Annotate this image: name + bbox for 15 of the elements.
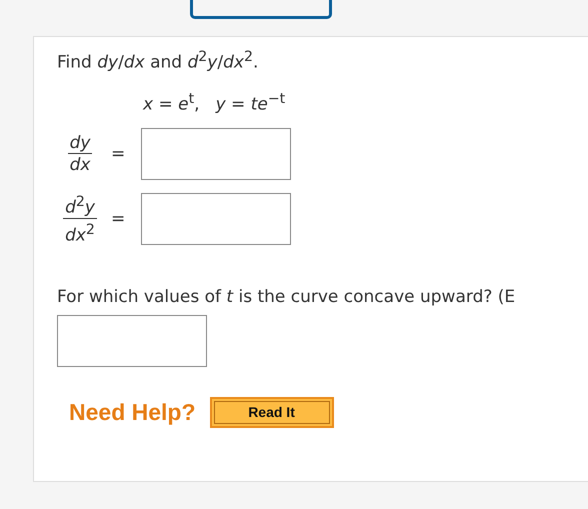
answer-box[interactable] [141,128,292,180]
question-text: For which values of t is the curve concave upward? (E [57,286,516,307]
need-help-label: Need Help? [69,398,196,426]
answer-box[interactable] [57,314,207,367]
fraction-numerator: d$^{2}$y [63,192,97,219]
equals-sign: = [111,144,126,164]
fraction-denominator: dx$^{2}$ [65,220,95,247]
problem-prompt: Find dy/dx and d$^{2}$y/dx$^{2}$. [57,49,260,73]
fraction-numerator: dy [68,132,92,154]
equation: x = e$^{t}$, [143,90,200,114]
read-it-button[interactable]: Read It [210,396,334,428]
equation: y = te$^{−t}$ [216,90,286,114]
equals-sign: = [111,209,126,230]
fraction-denominator: dx [70,154,90,176]
answer-box[interactable] [141,193,292,246]
